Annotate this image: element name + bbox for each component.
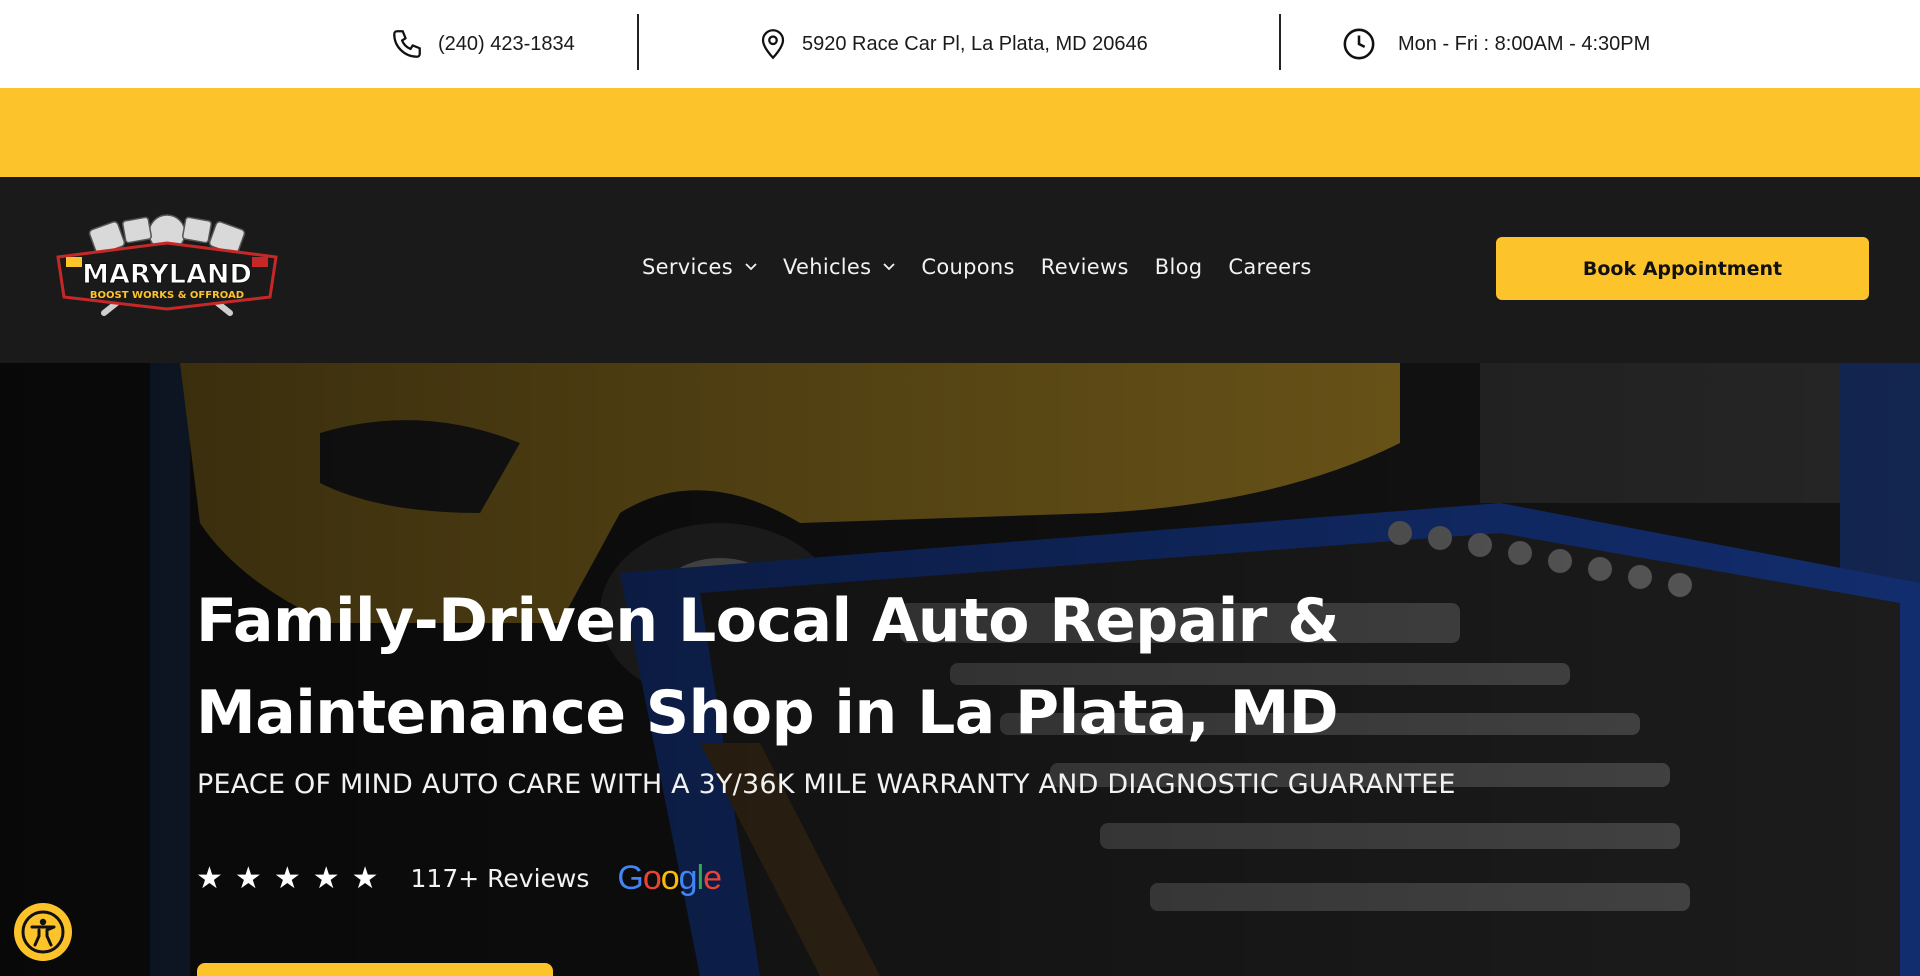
main-navbar: MARYLAND BOOST WORKS & OFFROAD Services … [0, 177, 1920, 363]
chevron-down-icon[interactable] [883, 263, 896, 271]
star-icon: ★ [196, 860, 223, 896]
nav-vehicles[interactable]: Vehicles [783, 255, 896, 279]
star-rating: ★ ★ ★ ★ ★ [196, 860, 391, 896]
star-icon: ★ [351, 860, 379, 896]
topbar-divider [637, 14, 639, 70]
address-text[interactable]: 5920 Race Car Pl, La Plata, MD 20646 [802, 33, 1148, 56]
primary-nav: Services Vehicles Coupons Reviews Blog C… [642, 255, 1338, 279]
nav-coupons-label[interactable]: Coupons [921, 255, 1014, 279]
phone-contact[interactable]: (240) 423-1834 [390, 0, 575, 88]
nav-blog-label[interactable]: Blog [1155, 255, 1203, 279]
nav-services-label[interactable]: Services [642, 255, 733, 279]
reviews-count[interactable]: 117+ Reviews [411, 864, 590, 893]
accent-strip [0, 88, 1920, 177]
business-hours: Mon - Fri : 8:00AM - 4:30PM [1342, 0, 1650, 88]
phone-icon [393, 30, 421, 58]
nav-vehicles-label[interactable]: Vehicles [783, 255, 871, 279]
logo-main-text: MARYLAND [82, 259, 252, 290]
hero-cta-button[interactable] [197, 963, 553, 976]
star-icon: ★ [234, 860, 262, 896]
book-appointment-button[interactable]: Book Appointment [1496, 237, 1869, 300]
nav-services[interactable]: Services [642, 255, 757, 279]
hero-title-line: Family-Driven Local Auto Repair & [196, 586, 1340, 656]
logo-sub-text: BOOST WORKS & OFFROAD [90, 290, 244, 301]
nav-blog[interactable]: Blog [1155, 255, 1203, 279]
clock-icon [1343, 28, 1375, 60]
hero-title: Family-Driven Local Auto Repair & Mainte… [196, 575, 1396, 759]
hero-section: Family-Driven Local Auto Repair & Mainte… [0, 363, 1920, 976]
nav-careers-label[interactable]: Careers [1228, 255, 1311, 279]
star-icon: ★ [273, 860, 301, 896]
site-logo[interactable]: MARYLAND BOOST WORKS & OFFROAD [52, 205, 282, 329]
hours-text: Mon - Fri : 8:00AM - 4:30PM [1398, 32, 1651, 55]
phone-number[interactable]: (240) 423-1834 [438, 33, 575, 56]
accessibility-icon [21, 910, 65, 954]
nav-careers[interactable]: Careers [1228, 255, 1311, 279]
location-pin-icon [761, 29, 785, 60]
topbar-divider [1279, 14, 1281, 70]
star-icon: ★ [312, 860, 340, 896]
chevron-down-icon[interactable] [745, 263, 757, 271]
review-rating: ★ ★ ★ ★ ★ 117+ Reviews Google [196, 859, 722, 898]
nav-reviews-label[interactable]: Reviews [1041, 255, 1129, 279]
hero-subtitle: PEACE OF MIND AUTO CARE WITH A 3Y/36K MI… [197, 769, 1456, 800]
google-logo: Google [617, 859, 722, 897]
address-contact[interactable]: 5920 Race Car Pl, La Plata, MD 20646 [758, 0, 1148, 88]
nav-coupons[interactable]: Coupons [921, 255, 1014, 279]
hero-title-line: Maintenance Shop in La Plata, MD [196, 678, 1339, 748]
accessibility-button[interactable] [14, 903, 72, 961]
top-info-bar: (240) 423-1834 5920 Race Car Pl, La Plat… [0, 0, 1920, 88]
nav-reviews[interactable]: Reviews [1041, 255, 1129, 279]
